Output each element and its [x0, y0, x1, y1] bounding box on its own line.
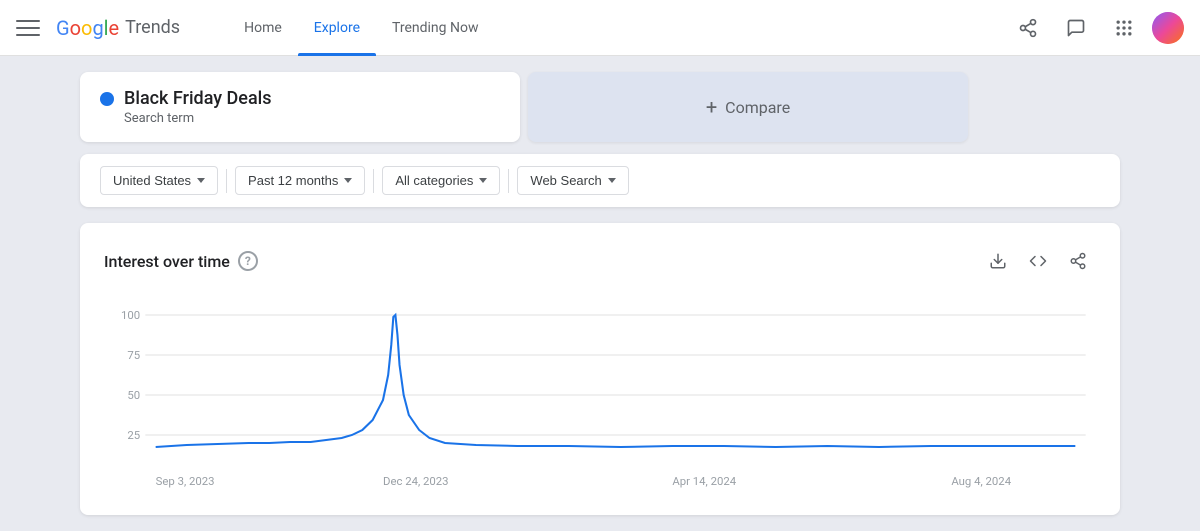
download-button[interactable]: [980, 243, 1016, 279]
chart-card: Interest over time ?: [80, 223, 1120, 515]
filter-search-type[interactable]: Web Search: [517, 166, 628, 195]
filter-category[interactable]: All categories: [382, 166, 500, 195]
svg-text:Aug 4, 2024: Aug 4, 2024: [951, 475, 1011, 488]
filter-time[interactable]: Past 12 months: [235, 166, 365, 195]
filter-separator-1: [226, 169, 227, 193]
svg-text:Sep 3, 2023: Sep 3, 2023: [156, 475, 215, 488]
apps-button[interactable]: [1104, 8, 1144, 48]
svg-text:Dec 24, 2023: Dec 24, 2023: [383, 475, 449, 488]
chart-header: Interest over time ?: [104, 243, 1096, 279]
embed-button[interactable]: [1020, 243, 1056, 279]
svg-text:25: 25: [127, 429, 140, 442]
filter-separator-3: [508, 169, 509, 193]
compare-inner: + Compare: [706, 95, 790, 119]
search-term-card: Black Friday Deals Search term: [80, 72, 520, 142]
chart-title: Interest over time: [104, 252, 230, 271]
svg-text:Apr 14, 2024: Apr 14, 2024: [672, 475, 737, 488]
user-avatar[interactable]: [1152, 12, 1184, 44]
compare-plus-icon: +: [706, 95, 717, 119]
chart-actions: [980, 243, 1096, 279]
search-term-header: Black Friday Deals: [100, 88, 500, 109]
menu-icon[interactable]: [16, 16, 40, 40]
svg-text:50: 50: [127, 389, 140, 402]
term-dot: [100, 92, 114, 106]
chevron-down-icon: [197, 178, 205, 183]
filter-search-type-label: Web Search: [530, 173, 601, 188]
help-icon[interactable]: ?: [238, 251, 258, 271]
search-row: Black Friday Deals Search term + Compare: [80, 72, 1120, 142]
svg-text:100: 100: [121, 309, 140, 322]
filter-category-label: All categories: [395, 173, 473, 188]
header-left: Google Trends Home Explore Trending Now: [16, 0, 494, 56]
chart-container: 100 75 50 25 Sep 3, 2023 Dec 24, 2023 Ap…: [104, 295, 1096, 495]
chevron-down-icon-4: [608, 178, 616, 183]
share-chart-button[interactable]: [1060, 243, 1096, 279]
term-type: Search term: [100, 111, 500, 126]
chevron-down-icon-3: [479, 178, 487, 183]
compare-card[interactable]: + Compare: [528, 72, 968, 142]
compare-label: Compare: [725, 98, 790, 117]
logo-trends-text: Trends: [125, 17, 180, 38]
header-right: [1008, 8, 1184, 48]
filter-region[interactable]: United States: [100, 166, 218, 195]
chart-title-row: Interest over time ?: [104, 251, 258, 271]
svg-text:75: 75: [127, 349, 140, 362]
term-name: Black Friday Deals: [124, 88, 272, 109]
main-nav: Home Explore Trending Now: [228, 0, 494, 56]
share-button[interactable]: [1008, 8, 1048, 48]
feedback-button[interactable]: [1056, 8, 1096, 48]
nav-explore[interactable]: Explore: [298, 0, 376, 56]
interest-chart: 100 75 50 25 Sep 3, 2023 Dec 24, 2023 Ap…: [104, 295, 1096, 495]
filter-separator-2: [373, 169, 374, 193]
logo[interactable]: Google Trends: [56, 16, 180, 40]
filter-region-label: United States: [113, 173, 191, 188]
chevron-down-icon-2: [344, 178, 352, 183]
filters-row: United States Past 12 months All categor…: [80, 154, 1120, 207]
main-content: Black Friday Deals Search term + Compare…: [0, 56, 1200, 531]
filter-time-label: Past 12 months: [248, 173, 338, 188]
nav-trending[interactable]: Trending Now: [376, 0, 494, 56]
logo-text: Google: [56, 16, 119, 40]
nav-home[interactable]: Home: [228, 0, 298, 56]
header: Google Trends Home Explore Trending Now: [0, 0, 1200, 56]
